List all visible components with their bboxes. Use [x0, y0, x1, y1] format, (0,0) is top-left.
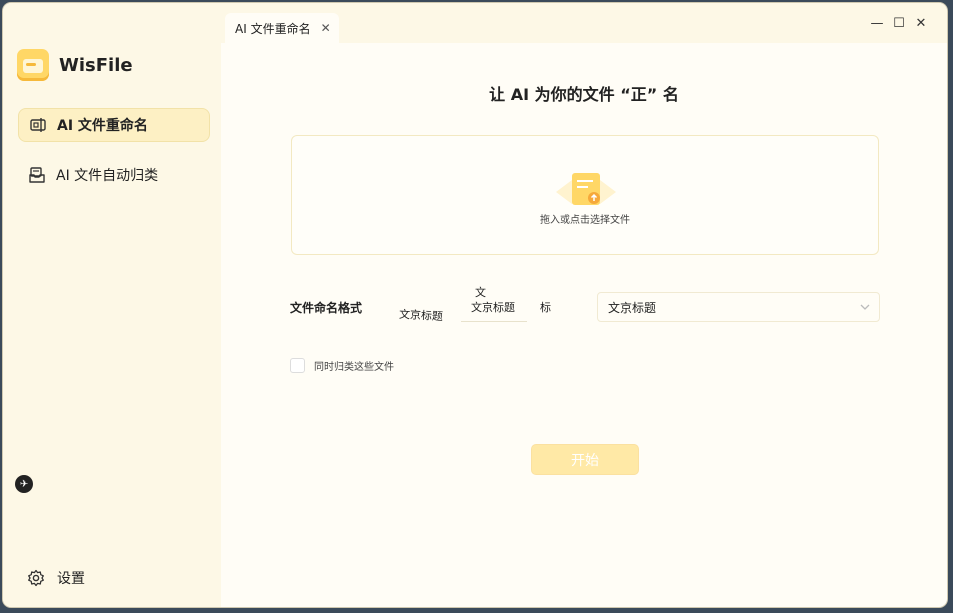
- tab-label: AI 文件重命名: [235, 21, 311, 36]
- sidebar: WisFile AI 文件重命名 AI 文件自动归类 ✈ 设置: [3, 3, 221, 607]
- format-select[interactable]: 文京标题: [597, 292, 880, 322]
- select-value: 文京标题: [608, 300, 657, 315]
- chevron-down-icon: [860, 304, 870, 310]
- settings-button[interactable]: 设置: [27, 568, 85, 588]
- app-logo: [17, 49, 49, 81]
- start-button[interactable]: 开始: [531, 444, 639, 475]
- app-name: WisFile: [59, 55, 133, 76]
- page-title: 让 AI 为你的文件 “正” 名: [489, 85, 679, 104]
- window-close-button[interactable]: ✕: [913, 16, 929, 31]
- dropzone-text: 拖入或点击选择文件: [540, 215, 630, 226]
- upload-file-icon: [556, 173, 616, 205]
- settings-label: 设置: [57, 571, 85, 587]
- tab-rename[interactable]: AI 文件重命名 ✕: [225, 13, 339, 43]
- also-classify-option[interactable]: 同时归类这些文件: [290, 358, 394, 373]
- also-classify-label: 同时归类这些文件: [314, 362, 394, 373]
- app-window: WisFile AI 文件重命名 AI 文件自动归类 ✈ 设置 AI 文件重命名…: [3, 3, 947, 607]
- tab-bar: AI 文件重命名 ✕ — ☐ ✕: [221, 3, 947, 43]
- airplane-icon[interactable]: ✈: [15, 475, 33, 493]
- gear-icon: [28, 569, 44, 587]
- rename-icon: [30, 118, 46, 132]
- inbox-icon: [29, 167, 45, 183]
- format-label: 文件命名格式: [290, 301, 363, 315]
- sidebar-item-label: AI 文件自动归类: [56, 168, 159, 184]
- sidebar-item-rename[interactable]: AI 文件重命名: [18, 108, 210, 142]
- sidebar-item-classify[interactable]: AI 文件自动归类: [18, 158, 210, 192]
- format-chip-left[interactable]: 文京标题: [399, 306, 444, 324]
- maximize-button[interactable]: ☐: [891, 16, 907, 31]
- format-input[interactable]: 文京标题: [461, 294, 527, 322]
- close-icon[interactable]: ✕: [321, 21, 331, 35]
- sidebar-item-label: AI 文件重命名: [57, 118, 148, 134]
- format-chip-right[interactable]: 标: [540, 299, 551, 315]
- file-dropzone[interactable]: 拖入或点击选择文件: [291, 135, 879, 255]
- also-classify-checkbox[interactable]: [290, 358, 305, 373]
- minimize-button[interactable]: —: [869, 16, 885, 31]
